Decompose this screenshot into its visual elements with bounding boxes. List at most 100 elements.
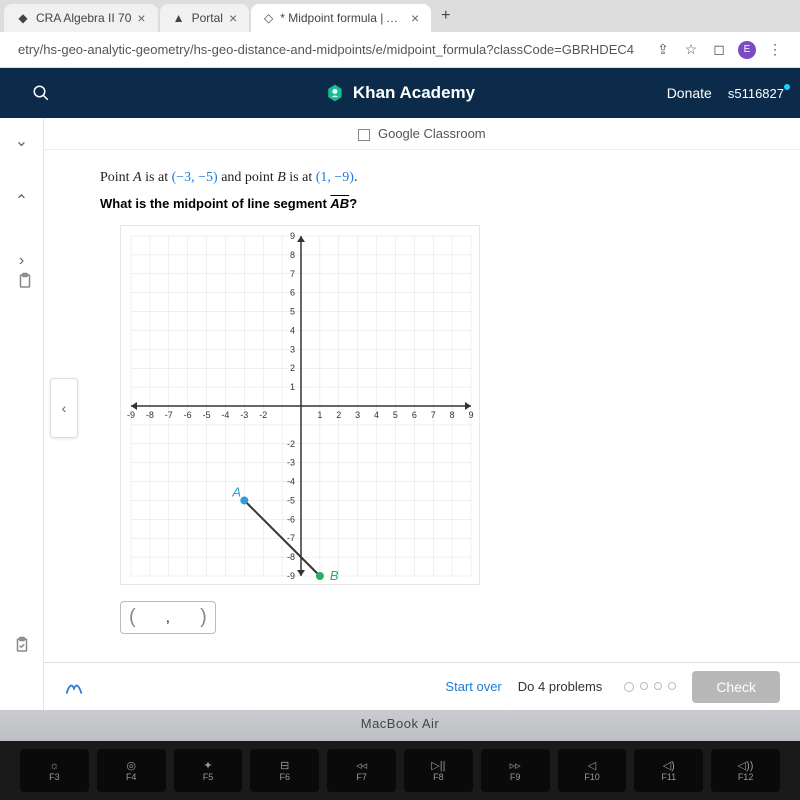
svg-text:6: 6 [290, 288, 295, 298]
answer-input-row: ( , ) [120, 601, 628, 634]
start-over-button[interactable]: Start over [445, 679, 501, 694]
points-badge[interactable]: s5116827 [728, 86, 784, 101]
browser-tab[interactable]: ◆ CRA Algebra II 70 × [4, 4, 158, 32]
clipboard-check-icon[interactable] [7, 630, 37, 660]
svg-text:1: 1 [290, 382, 295, 392]
svg-text:5: 5 [290, 307, 295, 317]
keyboard-key: ✦F5 [174, 749, 243, 792]
collapse-button[interactable]: ‹ [50, 378, 78, 438]
new-tab-button[interactable]: + [433, 3, 458, 29]
search-icon[interactable] [32, 84, 50, 102]
svg-text:-2: -2 [287, 439, 295, 449]
brand-icon [325, 83, 345, 103]
svg-text:-4: -4 [287, 477, 295, 487]
svg-text:B: B [330, 568, 339, 583]
tab-bar: ◆ CRA Algebra II 70 × ▲ Portal × ◇ * Mid… [0, 0, 800, 32]
brand-text: Khan Academy [353, 83, 475, 103]
menu-icon[interactable]: ⋮ [766, 41, 784, 59]
url-actions: ⇪ ☆ ◻ E ⋮ [654, 41, 792, 59]
close-icon[interactable]: × [411, 10, 419, 26]
svg-text:-5: -5 [203, 410, 211, 420]
svg-text:-9: -9 [287, 571, 295, 581]
svg-text:-6: -6 [184, 410, 192, 420]
google-classroom-row[interactable]: Google Classroom [44, 118, 800, 150]
svg-text:-3: -3 [240, 410, 248, 420]
donate-link[interactable]: Donate [667, 85, 712, 101]
coordinate-graph[interactable]: -9-8-7-6-5-4-3-2123456789-9-8-7-6-5-4-3-… [120, 225, 480, 585]
star-icon[interactable]: ☆ [682, 41, 700, 59]
progress-dot [624, 682, 634, 692]
check-button[interactable]: Check [692, 671, 780, 703]
paren-open: ( [129, 606, 136, 629]
svg-text:-7: -7 [287, 533, 295, 543]
svg-text:3: 3 [290, 344, 295, 354]
app-header: Khan Academy Donate s5116827 [0, 68, 800, 118]
tab-favicon-icon: ▲ [172, 11, 186, 25]
laptop-label: MacBook Air [361, 716, 439, 731]
tab-title: CRA Algebra II 70 [36, 11, 131, 25]
problem-statement: Point A is at (−3, −5) and point B is at… [100, 170, 628, 186]
progress-dot [668, 682, 676, 690]
svg-text:5: 5 [393, 410, 398, 420]
keyboard-key: ▷||F8 [404, 749, 473, 792]
svg-text:6: 6 [412, 410, 417, 420]
question-text: What is the midpoint of line segment AB? [100, 196, 628, 211]
keyboard-key: ◃◃F7 [327, 749, 396, 792]
url-bar-row: etry/hs-geo-analytic-geometry/hs-geo-dis… [0, 32, 800, 68]
tab-favicon-icon: ◇ [263, 11, 274, 25]
svg-text:-2: -2 [259, 410, 267, 420]
svg-text:9: 9 [290, 231, 295, 241]
progress-dot [640, 682, 648, 690]
progress-dots [624, 682, 676, 692]
close-icon[interactable]: × [137, 10, 145, 26]
left-rail: ⌄ ⌃ › [0, 118, 44, 800]
keyboard-key: ☼F3 [20, 749, 89, 792]
keyboard-key: ◁)F11 [634, 749, 703, 792]
answer-x-input[interactable] [136, 608, 162, 628]
close-icon[interactable]: × [229, 10, 237, 26]
brand[interactable]: Khan Academy [325, 83, 475, 103]
streak-icon[interactable] [64, 677, 84, 697]
svg-text:-5: -5 [287, 495, 295, 505]
do-problems-label: Do 4 problems [518, 679, 603, 694]
answer-y-input[interactable] [174, 608, 200, 628]
keyboard-key: ⊟F6 [250, 749, 319, 792]
svg-text:-9: -9 [127, 410, 135, 420]
svg-text:8: 8 [290, 250, 295, 260]
keyboard-key: ◎F4 [97, 749, 166, 792]
gc-label: Google Classroom [378, 126, 486, 141]
svg-text:1: 1 [317, 410, 322, 420]
browser-tab-active[interactable]: ◇ * Midpoint formula | Analytic g × [251, 4, 431, 32]
answer-comma: , [166, 609, 170, 627]
svg-text:9: 9 [468, 410, 473, 420]
extension-icon[interactable]: ◻ [710, 41, 728, 59]
svg-text:-8: -8 [146, 410, 154, 420]
progress-dot [654, 682, 662, 690]
svg-text:-3: -3 [287, 458, 295, 468]
svg-text:8: 8 [450, 410, 455, 420]
svg-text:-6: -6 [287, 514, 295, 524]
svg-text:-8: -8 [287, 552, 295, 562]
paren-close: ) [200, 606, 207, 629]
keyboard-key: ◁F10 [558, 749, 627, 792]
chevron-up-icon[interactable]: ⌃ [7, 186, 37, 216]
gc-icon [358, 129, 370, 141]
profile-badge[interactable]: E [738, 41, 756, 59]
svg-text:-7: -7 [165, 410, 173, 420]
svg-text:4: 4 [290, 325, 295, 335]
keyboard-key: ◁))F12 [711, 749, 780, 792]
svg-text:3: 3 [355, 410, 360, 420]
url-bar[interactable]: etry/hs-geo-analytic-geometry/hs-geo-dis… [8, 36, 646, 63]
bottom-bar: Start over Do 4 problems Check [44, 662, 800, 710]
clipboard-icon[interactable] [10, 266, 40, 296]
svg-text:2: 2 [290, 363, 295, 373]
tab-title: * Midpoint formula | Analytic g [280, 11, 405, 25]
browser-tab[interactable]: ▲ Portal × [160, 4, 250, 32]
svg-text:2: 2 [336, 410, 341, 420]
svg-text:7: 7 [431, 410, 436, 420]
laptop-bezel: MacBook Air ☼F3◎F4✦F5⊟F6◃◃F7▷||F8▹▹F9◁F1… [0, 710, 800, 800]
share-icon[interactable]: ⇪ [654, 41, 672, 59]
svg-text:4: 4 [374, 410, 379, 420]
tab-title: Portal [192, 11, 223, 25]
chevron-down-icon[interactable]: ⌄ [7, 126, 37, 156]
